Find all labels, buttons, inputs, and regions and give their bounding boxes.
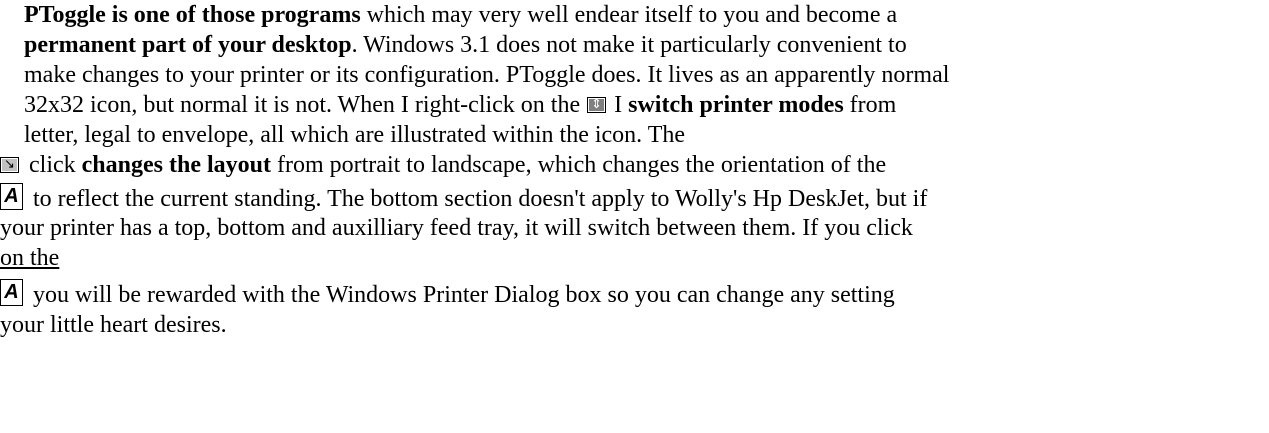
text-run: your little heart desires.: [0, 312, 227, 338]
text-run: . Windows 3.1 does not make it particula…: [351, 32, 907, 58]
emphasis-program: PToggle is one of those programs: [24, 2, 361, 28]
text-line-1: PToggle is one of those programs which m…: [24, 0, 897, 30]
text-line-2: permanent part of your desktop. Windows …: [24, 30, 907, 60]
text-run: letter, legal to envelope, all which are…: [24, 122, 686, 148]
text-run: I: [608, 92, 629, 118]
text-line-10: A you will be rewarded with the Windows …: [0, 279, 895, 309]
text-run: 32x32 icon, but normal it is not. When I…: [24, 92, 587, 118]
text-line-3: make changes to your printer or its conf…: [24, 60, 949, 90]
text-run: click: [23, 152, 82, 178]
printer-mode-glyph: ⇕: [591, 97, 603, 112]
text-run: your printer has a top, bottom and auxil…: [0, 215, 913, 241]
emphasis-permanent: permanent part of your desktop: [24, 32, 352, 58]
printer-dialog-a-icon: A: [0, 279, 23, 306]
text-run: from portrait to landscape, which change…: [270, 152, 887, 178]
text-line-4: 32x32 icon, but normal it is not. When I…: [24, 90, 896, 120]
text-run: to reflect the current standing. The bot…: [27, 186, 928, 212]
emphasis-switch-modes: switch printer modes: [628, 92, 844, 118]
printer-mode-icon: ⇕: [587, 97, 607, 113]
text-line-11: your little heart desires.: [0, 310, 227, 340]
printer-a-icon: A: [0, 183, 23, 210]
text-run: you will be rewarded with the Windows Pr…: [27, 282, 895, 308]
text-run: from: [843, 92, 897, 118]
text-line-7: A to reflect the current standing. The b…: [0, 183, 927, 213]
a-glyph: A: [4, 185, 19, 207]
text-line-9: on the: [0, 243, 59, 273]
text-line-6: ↘ click changes the layout from portrait…: [0, 150, 886, 180]
a-glyph: A: [4, 281, 19, 303]
text-run: which may very well endear itself to you…: [360, 2, 898, 28]
emphasis-layout: changes the layout: [81, 152, 271, 178]
rotate-glyph: ↘: [4, 157, 15, 172]
layout-rotate-icon: ↘: [0, 157, 19, 173]
text-line-8: your printer has a top, bottom and auxil…: [0, 213, 913, 243]
text-run: make changes to your printer or its conf…: [24, 62, 950, 88]
text-run: on the: [0, 245, 60, 271]
text-line-5: letter, legal to envelope, all which are…: [24, 120, 685, 150]
